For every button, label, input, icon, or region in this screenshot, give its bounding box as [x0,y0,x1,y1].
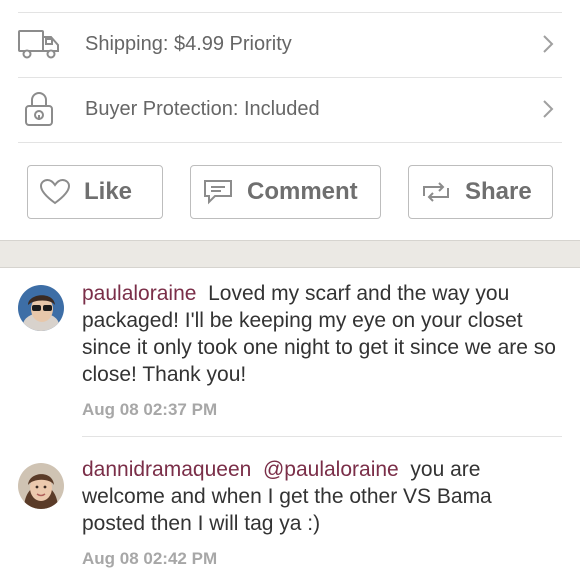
share-label: Share [465,178,532,205]
shipping-row[interactable]: Shipping: $4.99 Priority [0,12,580,76]
speech-bubble-icon [203,179,233,205]
comment-label: Comment [247,178,358,205]
buyer-protection-label: Buyer Protection: Included [85,97,320,120]
comment-timestamp: Aug 08 02:42 PM [82,549,218,568]
share-button[interactable]: Share [408,165,553,219]
section-separator [0,240,580,268]
repost-icon [421,180,451,204]
comment-mention[interactable]: @paulaloraine [263,458,399,481]
comment-text: paulaloraine Loved my scarf and the way … [82,280,560,388]
comment-timestamp: Aug 08 02:37 PM [82,400,218,419]
avatar[interactable] [18,463,64,509]
comment-username[interactable]: dannidramaqueen [82,458,251,481]
chevron-right-icon [542,34,554,54]
avatar[interactable] [18,285,64,331]
heart-icon [40,179,70,205]
comment-username[interactable]: paulaloraine [82,282,196,305]
truck-icon [18,27,60,61]
buyer-protection-row[interactable]: Buyer Protection: Included [0,77,580,141]
divider [18,142,562,143]
padlock-icon [18,92,60,126]
like-label: Like [84,178,133,205]
chevron-right-icon [542,99,554,119]
divider [82,436,562,437]
shipping-label: Shipping: $4.99 Priority [85,32,292,55]
comment-text: dannidramaqueen @paulaloraine you are we… [82,456,560,537]
like-button[interactable]: Like [27,165,163,219]
comment-button[interactable]: Comment [190,165,381,219]
